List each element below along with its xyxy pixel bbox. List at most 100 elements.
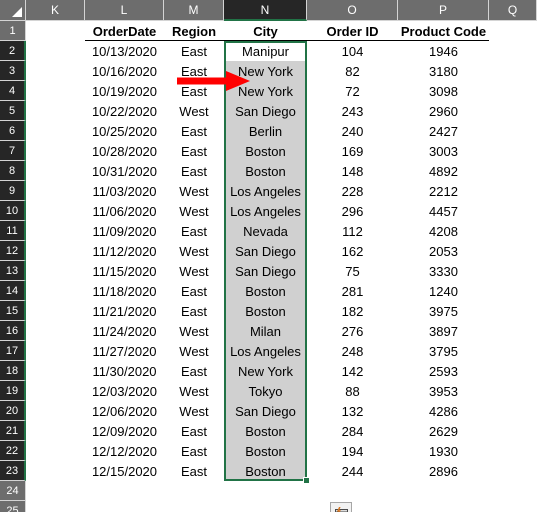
- cell-region-14[interactable]: East: [164, 281, 224, 301]
- cell-region-10[interactable]: West: [164, 201, 224, 221]
- cell-order-id-3[interactable]: 82: [307, 61, 398, 81]
- cell-city-14[interactable]: Boston: [224, 281, 307, 301]
- row-header-9[interactable]: 9: [0, 181, 26, 201]
- cell-product-code-16[interactable]: 3897: [398, 321, 489, 341]
- cell-order-date-7[interactable]: 10/28/2020: [85, 141, 164, 161]
- cell-product-code-5[interactable]: 2960: [398, 101, 489, 121]
- cell-q1[interactable]: [489, 21, 537, 41]
- cell-k-13[interactable]: [26, 261, 85, 281]
- row-header-1[interactable]: 1: [0, 21, 26, 41]
- row-header-21[interactable]: 21: [0, 421, 26, 441]
- cell-city-9[interactable]: Los Angeles: [224, 181, 307, 201]
- column-header-k[interactable]: K: [26, 0, 85, 21]
- cell-k-16[interactable]: [26, 321, 85, 341]
- cell-order-id-10[interactable]: 296: [307, 201, 398, 221]
- cell-region-16[interactable]: West: [164, 321, 224, 341]
- column-header-q[interactable]: Q: [489, 0, 537, 21]
- cell-order-id-11[interactable]: 112: [307, 221, 398, 241]
- row-header-19[interactable]: 19: [0, 381, 26, 401]
- cell-region-4[interactable]: East: [164, 81, 224, 101]
- cell-q-10[interactable]: [489, 201, 537, 221]
- column-header-l[interactable]: L: [85, 0, 164, 21]
- cell-city-5[interactable]: San Diego: [224, 101, 307, 121]
- cell-order-date-11[interactable]: 11/09/2020: [85, 221, 164, 241]
- cell-k-11[interactable]: [26, 221, 85, 241]
- cell-region-8[interactable]: East: [164, 161, 224, 181]
- cell-k-4[interactable]: [26, 81, 85, 101]
- cell-region-22[interactable]: East: [164, 441, 224, 461]
- cell-order-id-8[interactable]: 148: [307, 161, 398, 181]
- cell-region-21[interactable]: East: [164, 421, 224, 441]
- cell-product-code-21[interactable]: 2629: [398, 421, 489, 441]
- cell-product-code-6[interactable]: 2427: [398, 121, 489, 141]
- cell-k-7[interactable]: [26, 141, 85, 161]
- column-header-n[interactable]: N: [224, 0, 307, 21]
- cell-product-code-19[interactable]: 3953: [398, 381, 489, 401]
- row-header-3[interactable]: 3: [0, 61, 26, 81]
- cell-region-18[interactable]: East: [164, 361, 224, 381]
- header-region[interactable]: Region: [164, 21, 224, 41]
- cell-q-12[interactable]: [489, 241, 537, 261]
- cell-order-date-20[interactable]: 12/06/2020: [85, 401, 164, 421]
- column-header-m[interactable]: M: [164, 0, 224, 21]
- cell-region-19[interactable]: West: [164, 381, 224, 401]
- row-header-7[interactable]: 7: [0, 141, 26, 161]
- cell-order-id-9[interactable]: 228: [307, 181, 398, 201]
- cell-city-8[interactable]: Boston: [224, 161, 307, 181]
- cell-order-id-20[interactable]: 132: [307, 401, 398, 421]
- cell-q-7[interactable]: [489, 141, 537, 161]
- fill-handle[interactable]: [303, 477, 310, 484]
- cell-q-4[interactable]: [489, 81, 537, 101]
- cell-order-date-17[interactable]: 11/27/2020: [85, 341, 164, 361]
- cell-k-19[interactable]: [26, 381, 85, 401]
- cell-k-22[interactable]: [26, 441, 85, 461]
- header-order-date[interactable]: OrderDate: [85, 21, 164, 41]
- cell-order-id-21[interactable]: 284: [307, 421, 398, 441]
- cell-q-17[interactable]: [489, 341, 537, 361]
- cell-city-15[interactable]: Boston: [224, 301, 307, 321]
- cell-order-date-12[interactable]: 11/12/2020: [85, 241, 164, 261]
- cell-order-id-2[interactable]: 104: [307, 41, 398, 61]
- cell-city-23[interactable]: Boston: [224, 461, 307, 481]
- cell-k-12[interactable]: [26, 241, 85, 261]
- cell-k-23[interactable]: [26, 461, 85, 481]
- cell-product-code-12[interactable]: 2053: [398, 241, 489, 261]
- cell-product-code-20[interactable]: 4286: [398, 401, 489, 421]
- cell-region-9[interactable]: West: [164, 181, 224, 201]
- cell-product-code-18[interactable]: 2593: [398, 361, 489, 381]
- paste-options-button[interactable]: [330, 502, 352, 512]
- cell-order-date-4[interactable]: 10/19/2020: [85, 81, 164, 101]
- cell-order-id-6[interactable]: 240: [307, 121, 398, 141]
- cell-k-15[interactable]: [26, 301, 85, 321]
- cell-city-3[interactable]: New York: [224, 61, 307, 81]
- cell-region-20[interactable]: West: [164, 401, 224, 421]
- cell-city-20[interactable]: San Diego: [224, 401, 307, 421]
- cell-q-8[interactable]: [489, 161, 537, 181]
- cell-q-11[interactable]: [489, 221, 537, 241]
- row-header-2[interactable]: 2: [0, 41, 26, 61]
- cell-q-2[interactable]: [489, 41, 537, 61]
- cell-q-23[interactable]: [489, 461, 537, 481]
- cell-order-id-13[interactable]: 75: [307, 261, 398, 281]
- cell-order-id-5[interactable]: 243: [307, 101, 398, 121]
- cell-order-id-4[interactable]: 72: [307, 81, 398, 101]
- cell-product-code-8[interactable]: 4892: [398, 161, 489, 181]
- cell-product-code-9[interactable]: 2212: [398, 181, 489, 201]
- cell-city-2[interactable]: Manipur: [224, 41, 307, 61]
- cell-region-5[interactable]: West: [164, 101, 224, 121]
- cell-q-5[interactable]: [489, 101, 537, 121]
- row-header-20[interactable]: 20: [0, 401, 26, 421]
- row-header-4[interactable]: 4: [0, 81, 26, 101]
- cell-q-14[interactable]: [489, 281, 537, 301]
- cell-order-date-19[interactable]: 12/03/2020: [85, 381, 164, 401]
- cell-city-18[interactable]: New York: [224, 361, 307, 381]
- row-header-15[interactable]: 15: [0, 301, 26, 321]
- row-header-17[interactable]: 17: [0, 341, 26, 361]
- cell-city-10[interactable]: Los Angeles: [224, 201, 307, 221]
- cell-product-code-14[interactable]: 1240: [398, 281, 489, 301]
- cell-city-17[interactable]: Los Angeles: [224, 341, 307, 361]
- cell-q-19[interactable]: [489, 381, 537, 401]
- cell-q-21[interactable]: [489, 421, 537, 441]
- row-header-24[interactable]: 24: [0, 481, 26, 501]
- cell-product-code-15[interactable]: 3975: [398, 301, 489, 321]
